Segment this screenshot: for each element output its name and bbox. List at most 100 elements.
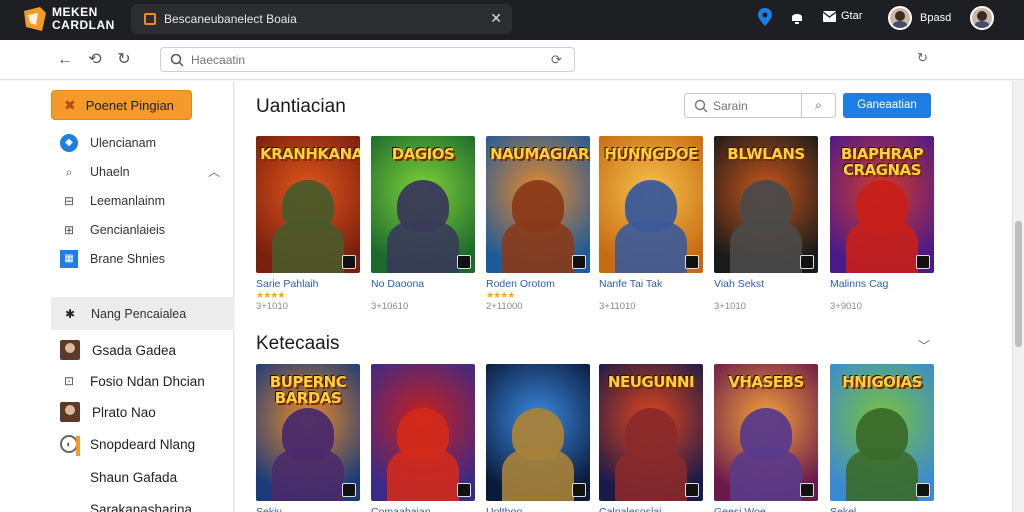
game-cover-image[interactable]: KRANHKANAIN	[256, 136, 360, 273]
game-card[interactable]: BIAPHRAP CRAGNAS Malinns Cag 3+9010	[830, 136, 934, 312]
game-card[interactable]: KRANHKANAIN Sarie Pahlaih★★★★3+1010	[256, 136, 360, 312]
game-cover-image[interactable]: BLWLANS	[714, 136, 818, 273]
section-title: Uantiacian	[256, 96, 346, 117]
search-submit-icon[interactable]: ⌕	[801, 94, 835, 117]
friend-name: Shaun Gafada	[90, 469, 178, 485]
game-card[interactable]: Comaabaian	[371, 364, 475, 512]
sidebar-item-5[interactable]: ▦ Brane Shnies	[60, 249, 230, 269]
game-card[interactable]: VHASEBS Geesi Woe	[714, 364, 818, 512]
game-title[interactable]: Uolthoo	[486, 506, 590, 512]
store-search[interactable]: ⌕	[684, 93, 836, 118]
game-card[interactable]: BUPERNC BARDAS Sekiy	[256, 364, 360, 512]
back-arrow-icon[interactable]: ←	[55, 50, 75, 70]
close-icon[interactable]: ✕	[490, 10, 502, 27]
game-cover-image[interactable]: HUNNGDOE	[599, 136, 703, 273]
rating-badge-icon	[457, 483, 471, 497]
sidebar-item-1[interactable]: ◆ Ulencianam	[60, 133, 230, 153]
sidebar-item-4[interactable]: ⊞ Gencianlaieis	[60, 220, 230, 240]
avatar	[60, 340, 80, 360]
game-cover-image[interactable]	[371, 364, 475, 501]
game-title[interactable]: Geesi Woe	[714, 506, 818, 512]
cover-character	[625, 408, 677, 460]
address-input[interactable]	[191, 51, 531, 69]
friend-avatar-icon[interactable]	[970, 6, 994, 30]
rating-badge-icon	[342, 255, 356, 269]
game-title[interactable]: No Daoona	[371, 278, 475, 290]
location-pin-icon[interactable]	[758, 8, 772, 26]
friend-item[interactable]: ⊡ Fosio Ndan Dhcian	[60, 369, 234, 393]
title-bar: MEKEN CARDLAN Bescaneubanelect Boaia ✕ Gt…	[0, 0, 1024, 40]
rating-stars	[714, 290, 818, 301]
game-card[interactable]: DAGIOS No Daoona 3+10610	[371, 136, 475, 312]
game-cover-image[interactable]: BIAPHRAP CRAGNAS	[830, 136, 934, 273]
game-title[interactable]: Comaabaian	[371, 506, 475, 512]
cover-title: NEUGUNNI	[607, 373, 695, 391]
sidebar-item-label: Ulencianam	[90, 136, 157, 150]
friend-item[interactable]: Plrato Nao	[60, 400, 234, 424]
scrollbar[interactable]	[1012, 81, 1024, 512]
friend-item[interactable]: Gsada Gadea	[60, 338, 234, 362]
game-card[interactable]: HNIGOIAS Sekel	[830, 364, 934, 512]
notification-icon[interactable]	[790, 11, 804, 25]
friends-group-header[interactable]: ✱ Nang Pencaialea	[51, 297, 234, 330]
app-logo-icon[interactable]	[22, 5, 48, 33]
sidebar-item-2[interactable]: ⌕ Uhaeln ︿	[60, 162, 230, 182]
game-cover-image[interactable]: DAGIOS	[371, 136, 475, 273]
cover-title: BIAPHRAP CRAGNAS	[840, 145, 924, 179]
game-title[interactable]: Sekiy	[256, 506, 360, 512]
primary-action-button[interactable]: ✖ Poenet Pingian	[51, 90, 192, 120]
game-card[interactable]: NAUMAGIAR Roden Orotom ★★★★ 2+11000	[486, 136, 590, 312]
game-title[interactable]: Roden Orotom	[486, 278, 590, 290]
messages-button[interactable]: Gtar	[823, 10, 862, 22]
game-title[interactable]: Nanfe Tai Tak	[599, 278, 703, 290]
game-card[interactable]: HUNNGDOE Nanfe Tai Tak 3+11010	[599, 136, 703, 312]
refresh-icon[interactable]: ↻	[114, 50, 134, 70]
game-cover-image[interactable]: HNIGOIAS	[830, 364, 934, 501]
active-indicator	[76, 436, 80, 456]
game-cover-image[interactable]: NEUGUNNI	[599, 364, 703, 501]
game-card[interactable]: NEUGUNNI Calnalesoslai	[599, 364, 703, 512]
game-card[interactable]: BLWLANS Viah Sekst 3+1010	[714, 136, 818, 312]
friend-item[interactable]: ◐ Snopdeard Nlang	[60, 432, 234, 456]
reload-icon[interactable]: ⟳	[551, 52, 566, 67]
rating-badge-icon	[800, 255, 814, 269]
tag-icon: ⌕	[65, 165, 73, 179]
game-title[interactable]: Malinns Cag	[830, 278, 934, 290]
cover-character	[625, 180, 677, 232]
rating-stars	[371, 290, 475, 301]
game-meta: 3+9010	[830, 301, 862, 312]
friend-item[interactable]: Shaun Gafada	[60, 465, 234, 489]
game-meta: 3+10610	[371, 301, 409, 312]
game-card[interactable]: Uolthoo	[486, 364, 590, 512]
game-title[interactable]: Calnalesoslai	[599, 506, 703, 512]
game-title[interactable]: Sarie Pahlaih	[256, 278, 360, 290]
game-cover-image[interactable]: NAUMAGIAR	[486, 136, 590, 273]
browser-tab[interactable]: Bescaneubanelect Boaia ✕	[131, 4, 512, 34]
game-cover-image[interactable]	[486, 364, 590, 501]
address-bar[interactable]: ⟳	[160, 47, 575, 72]
store-search-input[interactable]	[713, 97, 798, 115]
cover-character	[397, 180, 449, 232]
sidebar-item-label: Uhaeln	[90, 165, 130, 179]
scroll-thumb[interactable]	[1015, 221, 1022, 347]
user-profile-button[interactable]: Bpasd	[888, 6, 951, 30]
forward-arrow-icon[interactable]: ⟲	[85, 50, 105, 70]
chevron-down-icon[interactable]: ﹀	[918, 337, 930, 354]
sidebar-item-label: Leemanlainm	[90, 194, 166, 208]
sidebar-item-label: Brane Shnies	[90, 252, 166, 266]
loading-icon: ↻	[917, 50, 928, 65]
primary-blue-button[interactable]: Ganeaatian	[843, 93, 931, 118]
cover-character	[856, 408, 908, 460]
game-title[interactable]: Viah Sekst	[714, 278, 818, 290]
rating-stars: ★★★★	[256, 290, 285, 300]
library-icon: ⊟	[63, 194, 75, 208]
rating-badge-icon	[457, 255, 471, 269]
game-cover-image[interactable]: VHASEBS	[714, 364, 818, 501]
friend-item[interactable]: Sarakanasharina	[60, 497, 234, 512]
chevron-up-icon[interactable]: ︿	[208, 163, 220, 180]
game-cover-image[interactable]: BUPERNC BARDAS	[256, 364, 360, 501]
cover-character	[740, 180, 792, 232]
sidebar-item-3[interactable]: ⊟ Leemanlainm	[60, 191, 230, 211]
game-meta: 3+11010	[599, 301, 636, 312]
game-title[interactable]: Sekel	[830, 506, 934, 512]
